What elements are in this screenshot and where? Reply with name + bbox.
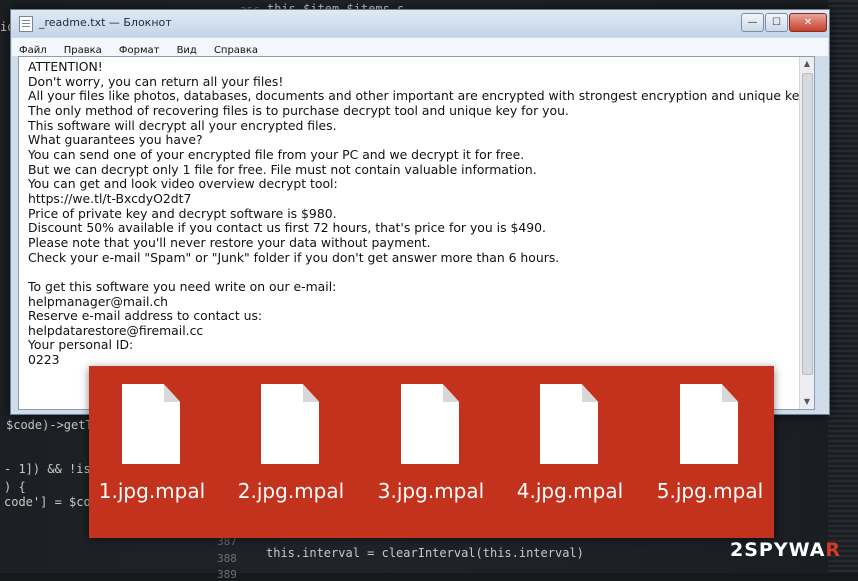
note-line: Reserve e-mail address to contact us:: [28, 308, 263, 324]
note-line: This software will decrypt all your encr…: [28, 117, 337, 133]
file-icon: [261, 384, 319, 464]
note-line: The only method of recovering files is t…: [28, 102, 569, 118]
text-editor[interactable]: ATTENTION! Don't worry, you can return al…: [18, 56, 815, 410]
window-title: _readme.txt — Блокнот: [39, 16, 172, 29]
file-name: 4.jpg.mpal: [516, 479, 624, 503]
code-line: this.interval = clearInterval(this.inter…: [266, 546, 584, 560]
file-icon: [540, 384, 598, 464]
file-name: 5.jpg.mpal: [656, 479, 764, 503]
file-icon: [401, 384, 459, 464]
line-number: 388: [217, 552, 237, 565]
watermark-mid: SPYWA: [744, 539, 826, 561]
minimize-button[interactable]: —: [741, 13, 764, 32]
file-item[interactable]: 4.jpg.mpal: [505, 384, 635, 524]
menu-view[interactable]: Вид: [170, 42, 202, 56]
menu-file[interactable]: Файл: [12, 42, 52, 56]
file-icon: [680, 384, 738, 464]
note-line: You can send one of your encrypted file …: [28, 146, 525, 162]
note-line: Your personal ID:: [28, 337, 134, 353]
menu-help[interactable]: Справка: [207, 42, 263, 56]
vertical-scrollbar[interactable]: ▲ ▼: [799, 57, 814, 409]
note-line: To get this software you need write on o…: [28, 278, 337, 294]
code-line: ) {: [4, 480, 26, 494]
maximize-button[interactable]: ☐: [765, 13, 788, 32]
close-button[interactable]: ✕: [789, 13, 827, 32]
watermark-prefix: 2: [730, 539, 745, 561]
file-item[interactable]: 5.jpg.mpal: [645, 384, 775, 524]
file-item[interactable]: 3.jpg.mpal: [366, 384, 496, 524]
note-line: Check your e-mail "Spam" or "Junk" folde…: [28, 249, 560, 265]
notepad-window: _readme.txt — Блокнот — ☐ ✕ Файл Правка …: [10, 9, 830, 415]
file-item[interactable]: 1.jpg.mpal: [87, 384, 217, 524]
note-line: helpdatarestore@firemail.cc: [28, 322, 204, 338]
file-name: 2.jpg.mpal: [237, 479, 345, 503]
editor-minimap: [828, 0, 858, 573]
note-line: But we can decrypt only 1 file for free.…: [28, 161, 537, 177]
note-line: Don't worry, you can return all your fil…: [28, 73, 284, 89]
note-line: What guarantees you have?: [28, 132, 203, 148]
file-icon: [122, 384, 180, 464]
site-watermark: 2SPYWAR: [730, 539, 841, 561]
note-line: All your files like photos, databases, d…: [28, 88, 809, 104]
encrypted-files-panel: 1.jpg.mpal 2.jpg.mpal 3.jpg.mpal 4.jpg.m…: [89, 366, 774, 538]
note-line: ATTENTION!: [28, 59, 103, 74]
title-bar[interactable]: _readme.txt — Блокнот — ☐ ✕: [11, 10, 829, 37]
menu-edit[interactable]: Правка: [57, 42, 107, 56]
scroll-thumb[interactable]: [802, 73, 813, 375]
note-line: Please note that you'll never restore yo…: [28, 234, 431, 250]
scroll-down-icon[interactable]: ▼: [800, 395, 814, 409]
note-line: Discount 50% available if you contact us…: [28, 220, 546, 236]
note-line: https://we.tl/t-BxcdyO2dt7: [28, 190, 192, 206]
note-line: [28, 265, 809, 280]
file-item[interactable]: 2.jpg.mpal: [226, 384, 356, 524]
line-number: 389: [217, 568, 237, 581]
notepad-icon: [19, 16, 33, 32]
note-line: You can get and look video overview decr…: [28, 176, 338, 192]
note-line: Price of private key and decrypt softwar…: [28, 205, 337, 221]
file-name: 1.jpg.mpal: [98, 479, 206, 503]
menu-format[interactable]: Формат: [112, 42, 165, 56]
watermark-suffix: R: [825, 539, 842, 561]
ransom-note-text[interactable]: ATTENTION! Don't worry, you can return al…: [28, 59, 809, 368]
file-name: 3.jpg.mpal: [377, 479, 485, 503]
scroll-up-icon[interactable]: ▲: [800, 57, 814, 71]
note-line: helpmanager@mail.ch: [28, 293, 169, 309]
menu-bar: Файл Правка Формат Вид Справка: [12, 38, 828, 57]
